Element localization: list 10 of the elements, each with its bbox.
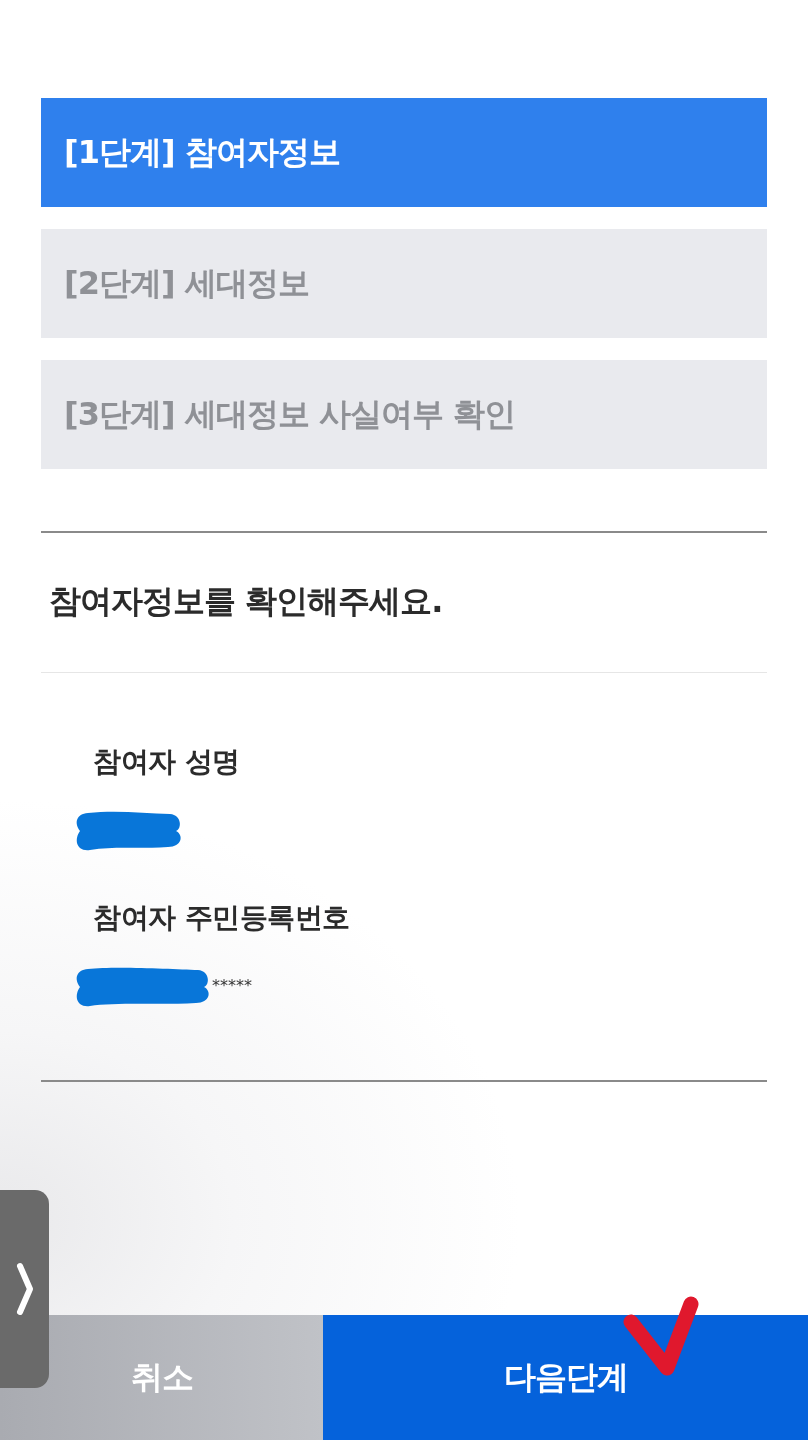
section-heading: 참여자정보를 확인해주세요.	[49, 580, 443, 622]
chevron-right-icon	[15, 1262, 34, 1316]
step-indicator: [2단계] 세대정보	[41, 229, 767, 338]
step-indicator: [3단계] 세대정보 사실여부 확인	[41, 360, 767, 469]
step-indicator: [1단계] 참여자정보	[41, 98, 767, 207]
field-label: 참여자 주민등록번호	[93, 900, 350, 936]
field-label: 참여자 성명	[93, 744, 240, 780]
side-tab-button[interactable]	[0, 1190, 49, 1388]
masked-value: *****	[212, 975, 252, 995]
next-step-button[interactable]: 다음단계	[323, 1315, 808, 1440]
